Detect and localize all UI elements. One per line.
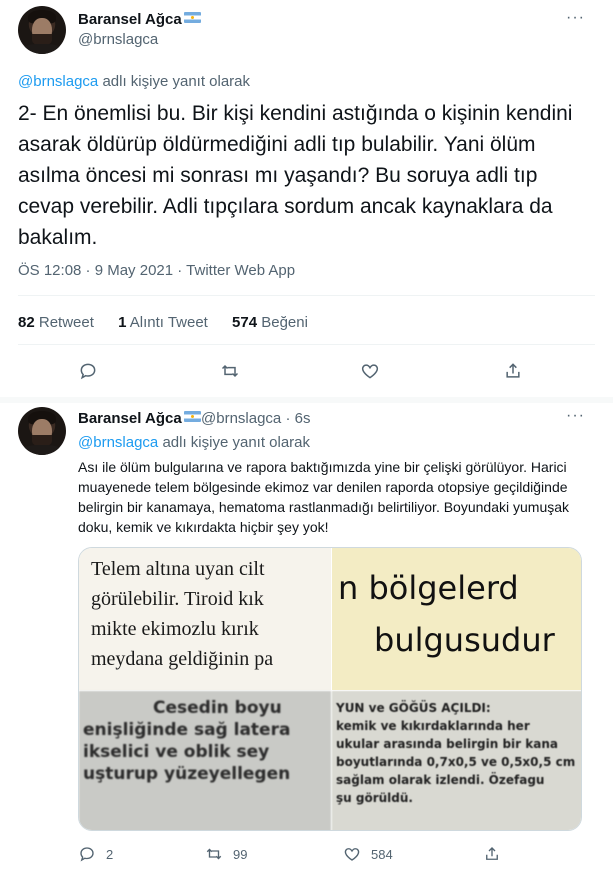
media-image-2[interactable]: n bölgelerd bulgusudur xyxy=(332,548,581,690)
reply-button[interactable]: 2 xyxy=(78,845,113,863)
reply-context: @brnslagca adlı kişiye yanıt olarak xyxy=(78,434,310,451)
like-button[interactable] xyxy=(360,361,380,381)
author-handle[interactable]: @brnslagca xyxy=(78,31,158,48)
retweet-count: 99 xyxy=(233,846,248,862)
media-image-4[interactable]: YUN ve GÖĞÜS AÇILDI: kemik ve kıkırdakla… xyxy=(332,691,581,830)
media-image-3[interactable]: Cesedin boyu enişliğinde sağ latera ikse… xyxy=(79,691,331,830)
reply-author-name-text[interactable]: Baransel Ağca xyxy=(78,410,182,427)
like-icon xyxy=(361,364,379,379)
tweet-meta[interactable]: ÖS 12:08 · 9 May 2021 · Twitter Web App xyxy=(18,262,295,279)
avatar[interactable] xyxy=(18,407,66,455)
tweet-text: 2- En önemlisi bu. Bir kişi kendini astı… xyxy=(18,102,573,249)
reply-timestamp[interactable]: · 6s xyxy=(285,410,310,427)
media-grid[interactable]: Telem altına uyan cilt görülebilir. Tiro… xyxy=(78,547,582,831)
author-name[interactable]: Baransel Ağca xyxy=(78,11,201,28)
retweet-button[interactable]: 99 xyxy=(205,845,247,863)
share-button[interactable] xyxy=(483,845,501,863)
reply-author-handle[interactable]: @brnslagca · 6s xyxy=(201,410,310,427)
more-options-icon[interactable]: ··· xyxy=(566,9,585,27)
reply-to-link[interactable]: @brnslagca xyxy=(78,434,158,451)
argentina-flag-icon xyxy=(183,12,201,23)
reply-tweet-text: Ası ile ölüm bulgularına ve rapora baktı… xyxy=(78,459,570,535)
share-icon xyxy=(486,847,498,860)
media-image-1[interactable]: Telem altına uyan cilt görülebilir. Tiro… xyxy=(79,548,331,690)
more-options-icon[interactable]: ··· xyxy=(566,407,585,425)
avatar[interactable] xyxy=(18,6,66,54)
reply-count: 2 xyxy=(106,846,114,862)
tweet-stats: 82 Retweet 1 Alıntı Tweet 574 Beğeni xyxy=(18,314,328,331)
share-icon xyxy=(506,363,520,378)
divider xyxy=(18,344,595,345)
reply-to-text: adlı kişiye yanıt olarak xyxy=(98,73,251,90)
reply-icon xyxy=(80,847,94,862)
reply-to-text: adlı kişiye yanıt olarak xyxy=(158,434,311,451)
quotes-stat[interactable]: 1 Alıntı Tweet xyxy=(118,314,208,331)
retweet-icon xyxy=(206,848,222,860)
like-button[interactable]: 584 xyxy=(343,845,393,863)
reply-author-name[interactable]: Baransel Ağca xyxy=(78,410,201,427)
like-icon xyxy=(344,848,360,861)
tweet-separator xyxy=(0,397,613,403)
reply-context: @brnslagca adlı kişiye yanıt olarak xyxy=(18,73,250,90)
retweets-stat[interactable]: 82 Retweet xyxy=(18,314,94,331)
divider xyxy=(18,295,595,296)
retweet-button[interactable] xyxy=(220,361,240,381)
author-name-text[interactable]: Baransel Ağca xyxy=(78,11,182,28)
reply-button[interactable] xyxy=(78,361,98,381)
argentina-flag-icon xyxy=(183,411,201,422)
like-count: 584 xyxy=(371,846,393,862)
reply-to-link[interactable]: @brnslagca xyxy=(18,73,98,90)
share-button[interactable] xyxy=(503,361,523,381)
likes-stat[interactable]: 574 Beğeni xyxy=(232,314,308,331)
reply-icon xyxy=(80,363,96,380)
retweet-icon xyxy=(221,364,239,378)
